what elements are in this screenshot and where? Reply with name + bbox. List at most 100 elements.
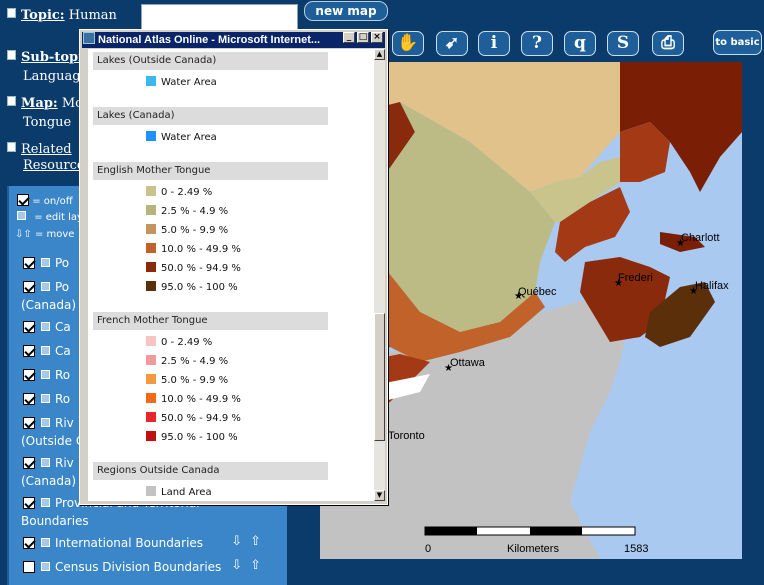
layer-row[interactable]: Riv: [23, 416, 74, 431]
layer-row[interactable]: Ro: [23, 368, 70, 383]
close-button[interactable]: ×: [371, 32, 383, 43]
bullet-icon: [7, 8, 16, 18]
legend-item: 10.0 % - 49.9 %: [146, 393, 241, 406]
layer-label: Ca: [55, 344, 71, 358]
topic-link[interactable]: Topic:: [21, 8, 65, 23]
legend-swatch: [146, 186, 156, 196]
layer-checkbox[interactable]: [23, 257, 35, 269]
edit-layer-icon[interactable]: [41, 370, 50, 379]
search-icon[interactable]: S: [607, 31, 639, 56]
layer-checkbox[interactable]: [23, 369, 35, 381]
layer-label: Census Division Boundaries: [55, 560, 222, 574]
edit-layer-icon[interactable]: [41, 282, 50, 291]
scale-end-label: 1583: [624, 543, 649, 555]
legend-item: 0 - 2.49 %: [146, 336, 212, 349]
scroll-up-icon[interactable]: ▲: [374, 49, 385, 60]
edit-layer-icon[interactable]: [41, 322, 50, 331]
legend-section-header: English Mother Tongue: [93, 162, 328, 180]
layer-label-line2: Boundaries: [21, 514, 89, 528]
minimize-button[interactable]: _: [343, 32, 355, 43]
topic-value: Human: [68, 8, 117, 23]
legend-swatch: [146, 393, 156, 403]
legend-item: 50.0 % - 94.9 %: [146, 262, 241, 275]
popup-titlebar[interactable]: National Atlas Online - Microsoft Intern…: [82, 32, 385, 48]
zoom-region-icon[interactable]: ➹: [436, 31, 468, 56]
layer-checkbox[interactable]: [23, 417, 35, 429]
layer-row[interactable]: International Boundaries: [23, 536, 203, 551]
layer-checkbox[interactable]: [23, 393, 35, 405]
edit-layer-icon[interactable]: [41, 498, 50, 507]
legend-section-header: Regions Outside Canada: [93, 462, 328, 480]
edit-layer-icon[interactable]: [41, 458, 50, 467]
legend-item: Land Area: [146, 486, 212, 499]
legend-item: 95.0 % - 100 %: [146, 431, 238, 444]
layer-row[interactable]: Po: [23, 280, 69, 295]
layer-label: Riv: [55, 416, 74, 430]
layer-checkbox[interactable]: [23, 561, 35, 573]
layer-row[interactable]: Ca: [23, 320, 71, 335]
bullet-icon: [7, 50, 16, 60]
edit-layer-icon[interactable]: [41, 562, 50, 571]
layer-label-line2: (Canada): [21, 298, 77, 312]
layer-checkbox[interactable]: [23, 281, 35, 293]
print-icon[interactable]: ⎙: [652, 31, 684, 56]
legend-item: 5.0 % - 9.9 %: [146, 224, 228, 237]
to-basic-button[interactable]: to basic: [713, 30, 762, 55]
move-layer-arrows[interactable]: ⇩⇧: [231, 534, 269, 549]
map-link[interactable]: Map:: [21, 96, 58, 111]
subtopic-link[interactable]: Sub-topi: [21, 50, 83, 65]
layer-checkbox[interactable]: [23, 457, 35, 469]
layer-checkbox[interactable]: [23, 321, 35, 333]
atlas-window: { "nav": { "topic_label": "Topic:", "top…: [0, 0, 764, 585]
layer-label: Ro: [55, 368, 71, 382]
topic-row[interactable]: Topic: Human: [7, 6, 137, 25]
legend-section-header: Lakes (Outside Canada): [93, 52, 328, 70]
onoff-hint: = on/off: [17, 194, 73, 209]
layer-row[interactable]: Riv: [23, 456, 74, 471]
city-label-fredericton: Frederi: [618, 272, 653, 284]
layer-checkbox[interactable]: [23, 345, 35, 357]
scroll-down-icon[interactable]: ▼: [374, 490, 385, 501]
maximize-button[interactable]: □: [357, 32, 369, 43]
edit-icon: [17, 211, 26, 220]
legend-section-header: French Mother Tongue: [93, 312, 328, 330]
edit-layer-icon[interactable]: [41, 394, 50, 403]
help-icon[interactable]: ?: [521, 31, 553, 56]
legend-swatch: [146, 374, 156, 384]
pan-hand-icon[interactable]: ✋: [392, 31, 424, 56]
legend-swatch: [146, 336, 156, 346]
move-hint: ⇩⇧ = move: [15, 229, 75, 240]
legend-item: 10.0 % - 49.9 %: [146, 243, 241, 256]
legend-swatch: [146, 281, 156, 291]
edit-layer-icon[interactable]: [41, 258, 50, 267]
layer-label-line2: (Outside C: [21, 434, 85, 448]
edit-layer-icon[interactable]: [41, 346, 50, 355]
layer-checkbox[interactable]: [23, 497, 35, 509]
edit-hint: = edit lay: [17, 210, 83, 225]
edit-layer-icon[interactable]: [41, 418, 50, 427]
scale-unit-label: Kilometers: [507, 543, 559, 555]
legend-popup-window[interactable]: National Atlas Online - Microsoft Intern…: [79, 29, 388, 505]
scroll-thumb[interactable]: [374, 313, 385, 441]
layer-label: Ro: [55, 392, 71, 406]
legend-swatch: [146, 431, 156, 441]
layer-row[interactable]: Ro: [23, 392, 70, 407]
search-input[interactable]: [141, 4, 298, 30]
legend-item: 50.0 % - 94.9 %: [146, 412, 241, 425]
related-link[interactable]: Related: [21, 142, 72, 157]
layer-label: International Boundaries: [55, 536, 204, 550]
query-icon[interactable]: q: [564, 31, 596, 56]
layer-row[interactable]: Census Division Boundaries: [23, 560, 221, 575]
layer-row[interactable]: Po: [23, 256, 69, 271]
legend-swatch: [146, 355, 156, 365]
layer-label: Ca: [55, 320, 71, 334]
layer-row[interactable]: Ca: [23, 344, 71, 359]
scrollbar[interactable]: ▲ ▼: [374, 49, 385, 501]
info-icon[interactable]: i: [478, 31, 510, 56]
move-layer-arrows[interactable]: ⇩⇧: [231, 558, 269, 573]
new-map-button[interactable]: new map: [304, 1, 388, 21]
edit-layer-icon[interactable]: [41, 538, 50, 547]
city-label-quebec: Québec: [518, 286, 557, 298]
layer-checkbox[interactable]: [23, 537, 35, 549]
bullet-icon: [7, 96, 16, 106]
